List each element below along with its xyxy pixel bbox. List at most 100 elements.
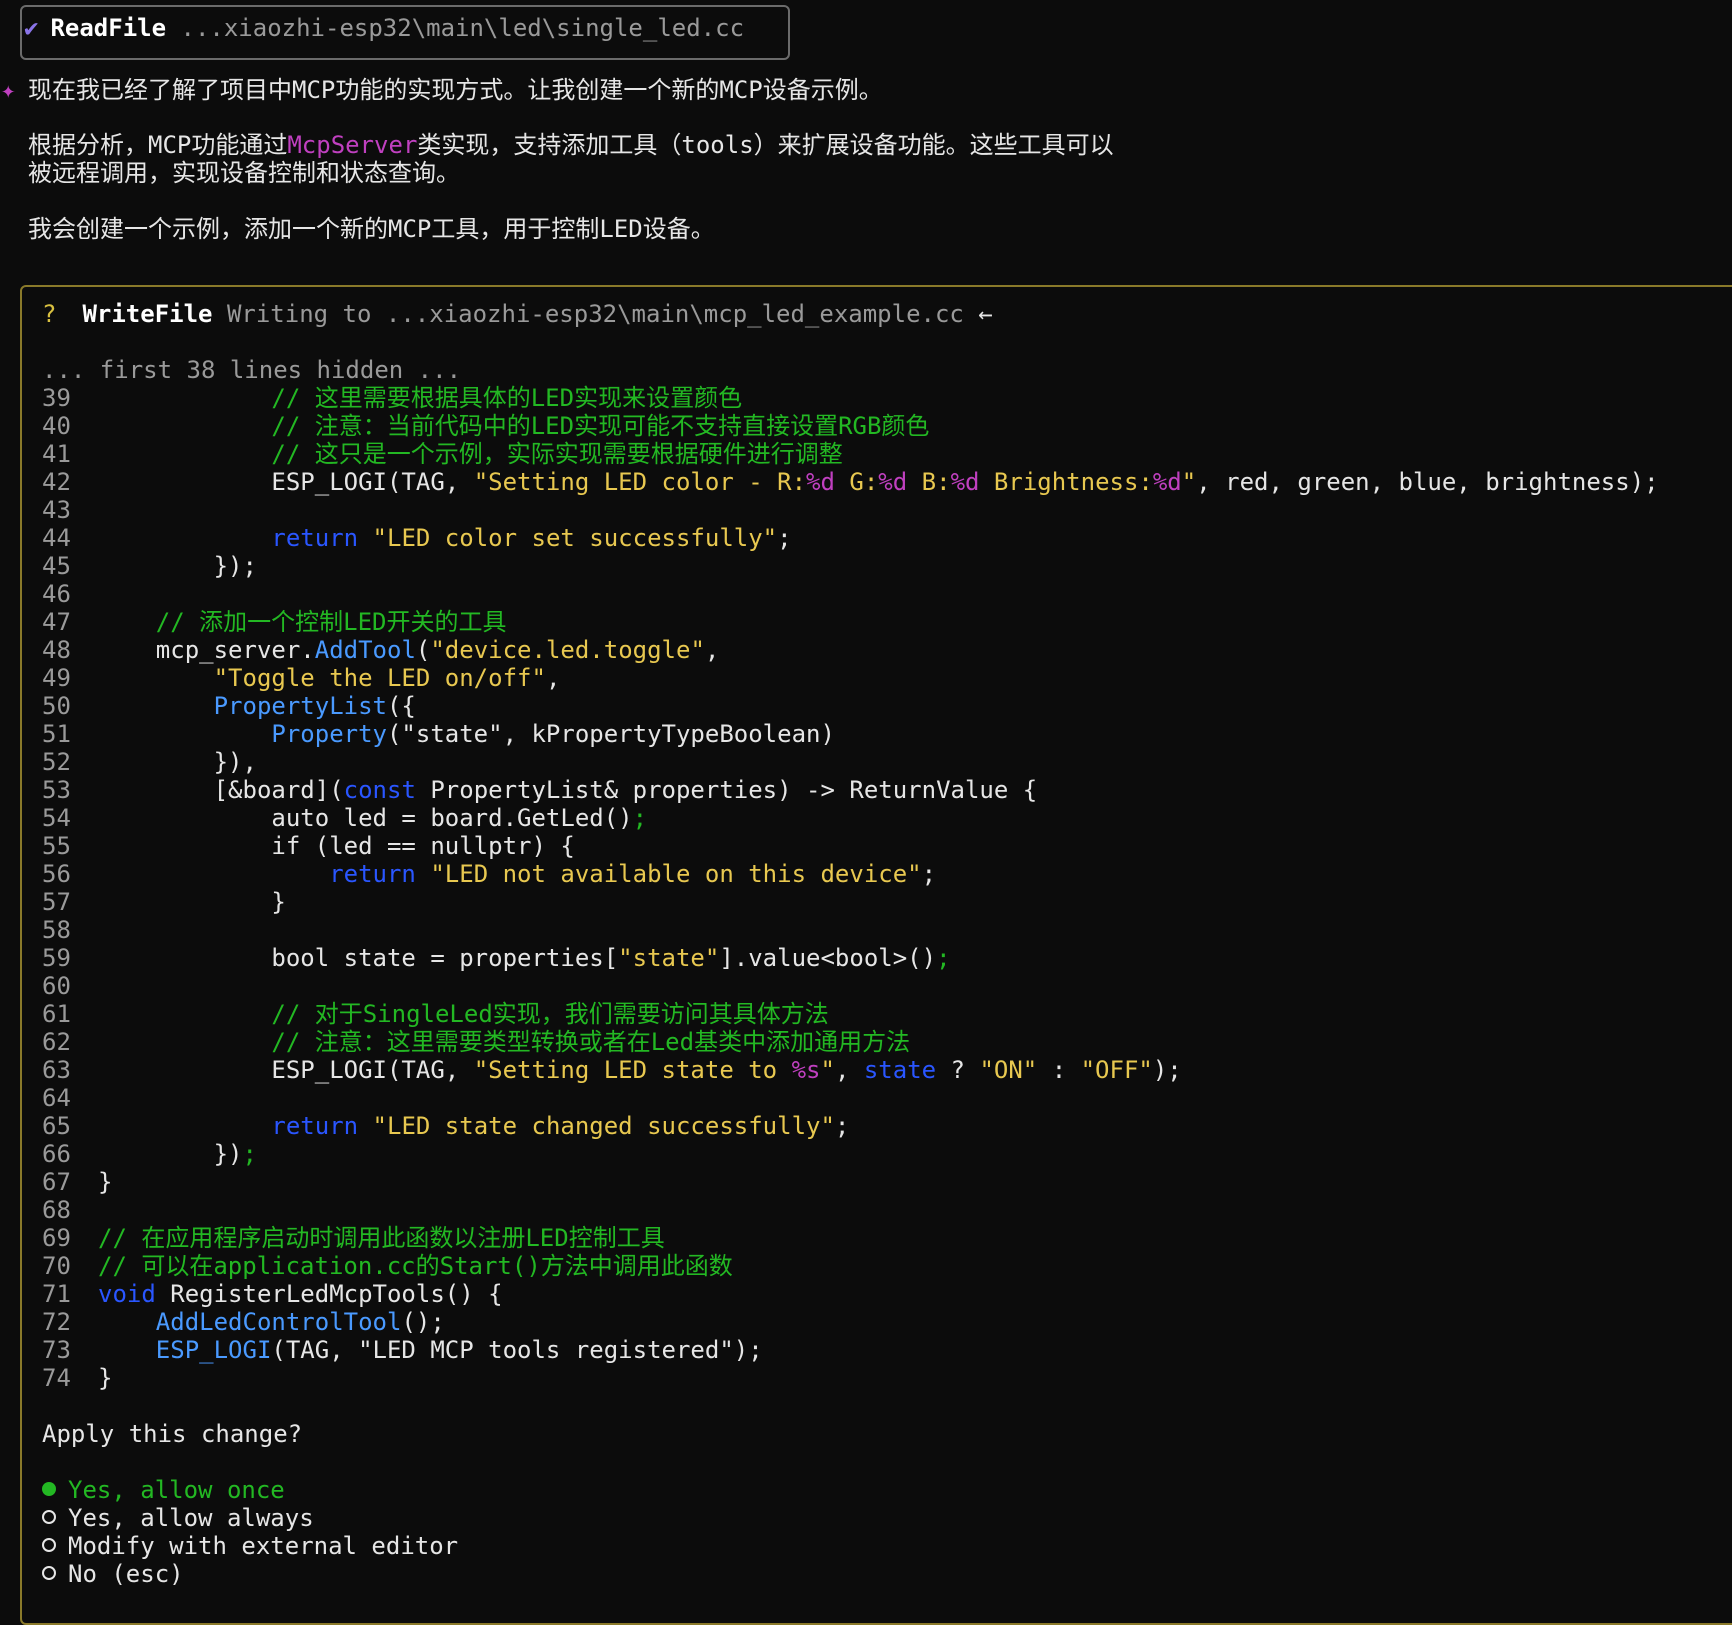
line-source: [84, 1084, 98, 1112]
line-number: 64: [42, 1084, 71, 1112]
line-source: }: [84, 888, 286, 916]
option-label: Yes, allow once: [68, 1476, 285, 1504]
apply-option-3[interactable]: Modify with external editor: [42, 1532, 458, 1560]
line-number: 74: [42, 1364, 71, 1392]
code-token: );: [1152, 1056, 1182, 1084]
line-source: if (led == nullptr) {: [84, 832, 575, 860]
line-number: 56: [42, 860, 71, 888]
code-line: 58: [42, 916, 1659, 944]
code-token: ": [1181, 468, 1197, 496]
arrow-left-icon: ←: [978, 300, 993, 328]
line-number: 47: [42, 608, 71, 636]
line-source: ESP_LOGI(TAG, "Setting LED color - R:%d …: [84, 468, 1658, 496]
line-source: }: [84, 1364, 112, 1392]
apply-option-1[interactable]: Yes, allow once: [42, 1476, 458, 1504]
code-line: 43: [42, 496, 1659, 524]
code-token: void: [98, 1280, 156, 1308]
assistant-message-line2: 根据分析，MCP功能通过McpServer类实现，支持添加工具（tools）来扩…: [28, 131, 1114, 159]
line-number: 71: [42, 1280, 71, 1308]
code-token: Property: [271, 720, 387, 748]
code-token: %d: [950, 468, 980, 496]
line-source: return "LED color set successfully";: [84, 524, 791, 552]
line-number: 50: [42, 692, 71, 720]
line-number: 55: [42, 832, 71, 860]
code-token: %d: [878, 468, 908, 496]
code-token: }: [98, 888, 286, 916]
writefile-header: ? WriteFile Writing to ...xiaozhi-esp32\m…: [42, 300, 993, 328]
code-line: 53 [&board](const PropertyList& properti…: [42, 776, 1659, 804]
code-token: }),: [98, 748, 257, 776]
assistant-message-line4: 我会创建一个示例，添加一个新的MCP工具，用于控制LED设备。: [28, 215, 715, 243]
code-token: ].value<bool>(): [719, 944, 937, 972]
code-token: ,: [545, 664, 561, 692]
code-line: 67}: [42, 1168, 1659, 1196]
code-token: ESP_LOGI(TAG,: [98, 468, 474, 496]
code-line: 62 // 注意：这里需要类型转换或者在Led基类中添加通用方法: [42, 1028, 1659, 1056]
writefile-tool-name: WriteFile: [82, 300, 213, 328]
line-number: 53: [42, 776, 71, 804]
code-line: 40 // 注意：当前代码中的LED实现可能不支持直接设置RGB颜色: [42, 412, 1659, 440]
line-number: 70: [42, 1252, 71, 1280]
code-token: (: [415, 636, 431, 664]
radio-unselected-icon: [42, 1566, 56, 1580]
hidden-lines-note: ... first 38 lines hidden ...: [42, 356, 462, 384]
code-token: %d: [806, 468, 835, 496]
option-label: No (esc): [68, 1560, 184, 1588]
code-token: [&board](: [98, 776, 344, 804]
code-token: // 注意：这里需要类型转换或者在Led基类中添加通用方法: [271, 1028, 911, 1056]
line-number: 63: [42, 1056, 71, 1084]
line-source: // 可以在application.cc的Start()方法中调用此函数: [84, 1252, 733, 1280]
code-token: ({: [386, 692, 416, 720]
code-token: }: [98, 1168, 113, 1196]
option-label: Modify with external editor: [68, 1532, 459, 1560]
code-token: %d: [1152, 468, 1182, 496]
apply-option-4[interactable]: No (esc): [42, 1560, 458, 1588]
code-line: 55 if (led == nullptr) {: [42, 832, 1659, 860]
line-number: 41: [42, 440, 71, 468]
code-line: 56 return "LED not available on this dev…: [42, 860, 1659, 888]
line-source: PropertyList({: [84, 692, 416, 720]
line-number: 49: [42, 664, 71, 692]
radio-selected-icon: [42, 1482, 56, 1496]
assistant-message-line3: 被远程调用，实现设备控制和状态查询。: [28, 159, 460, 187]
line-number: 68: [42, 1196, 71, 1224]
code-token: B:: [907, 468, 951, 496]
option-label: Yes, allow always: [68, 1504, 314, 1532]
assistant-message-line1: 现在我已经了解了项目中MCP功能的实现方式。让我创建一个新的MCP设备示例。: [28, 76, 883, 104]
code-token: ,: [834, 1056, 864, 1084]
code-token: ESP_LOGI(TAG,: [98, 1056, 474, 1084]
code-token: return: [329, 860, 416, 888]
question-icon: ?: [42, 300, 57, 328]
line-source: });: [84, 1140, 257, 1168]
code-line: 49 "Toggle the LED on/off",: [42, 664, 1659, 692]
code-line: 39 // 这里需要根据具体的LED实现来设置颜色: [42, 384, 1659, 412]
code-token: ;: [242, 1140, 257, 1168]
code-line: 46: [42, 580, 1659, 608]
code-token: // 可以在application.cc的Start()方法中调用此函数: [98, 1252, 733, 1280]
line2-suffix: 类实现，支持添加工具（tools）来扩展设备功能。这些工具可以: [417, 131, 1114, 159]
line-number: 39: [42, 384, 71, 412]
code-token: }: [98, 1364, 113, 1392]
code-token: "state": [618, 944, 720, 972]
line-number: 42: [42, 468, 71, 496]
line-source: [84, 1196, 98, 1224]
line-number: 58: [42, 916, 71, 944]
line-number: 65: [42, 1112, 71, 1140]
code-token: // 这里需要根据具体的LED实现来设置颜色: [271, 384, 743, 412]
readfile-path: ...xiaozhi-esp32\main\led\single_led.cc: [180, 14, 745, 42]
apply-option-2[interactable]: Yes, allow always: [42, 1504, 458, 1532]
code-token: if (led == nullptr) {: [98, 832, 575, 860]
code-token: // 对于SingleLed实现，我们需要访问其具体方法: [271, 1000, 829, 1028]
code-token: AddTool: [314, 636, 416, 664]
code-line: 45 });: [42, 552, 1659, 580]
code-line: 47 // 添加一个控制LED开关的工具: [42, 608, 1659, 636]
code-token: return: [271, 1112, 359, 1140]
code-token: ;: [921, 860, 937, 888]
